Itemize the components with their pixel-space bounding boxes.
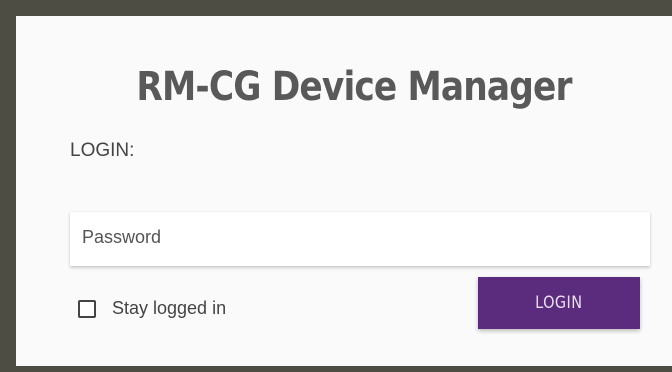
page-title: RM-CG Device Manager — [136, 64, 572, 110]
login-section-label: LOGIN: — [70, 140, 135, 161]
stay-logged-in-option[interactable]: Stay logged in — [78, 298, 226, 319]
login-button-label: LOGIN — [535, 293, 583, 313]
window-frame: RM-CG Device Manager LOGIN: Stay logged … — [0, 0, 672, 372]
stay-logged-in-checkbox[interactable] — [78, 299, 96, 318]
stay-logged-in-label: Stay logged in — [112, 298, 227, 318]
login-button[interactable]: LOGIN — [478, 277, 640, 329]
password-input[interactable] — [70, 212, 650, 266]
login-card: RM-CG Device Manager LOGIN: Stay logged … — [16, 16, 672, 366]
